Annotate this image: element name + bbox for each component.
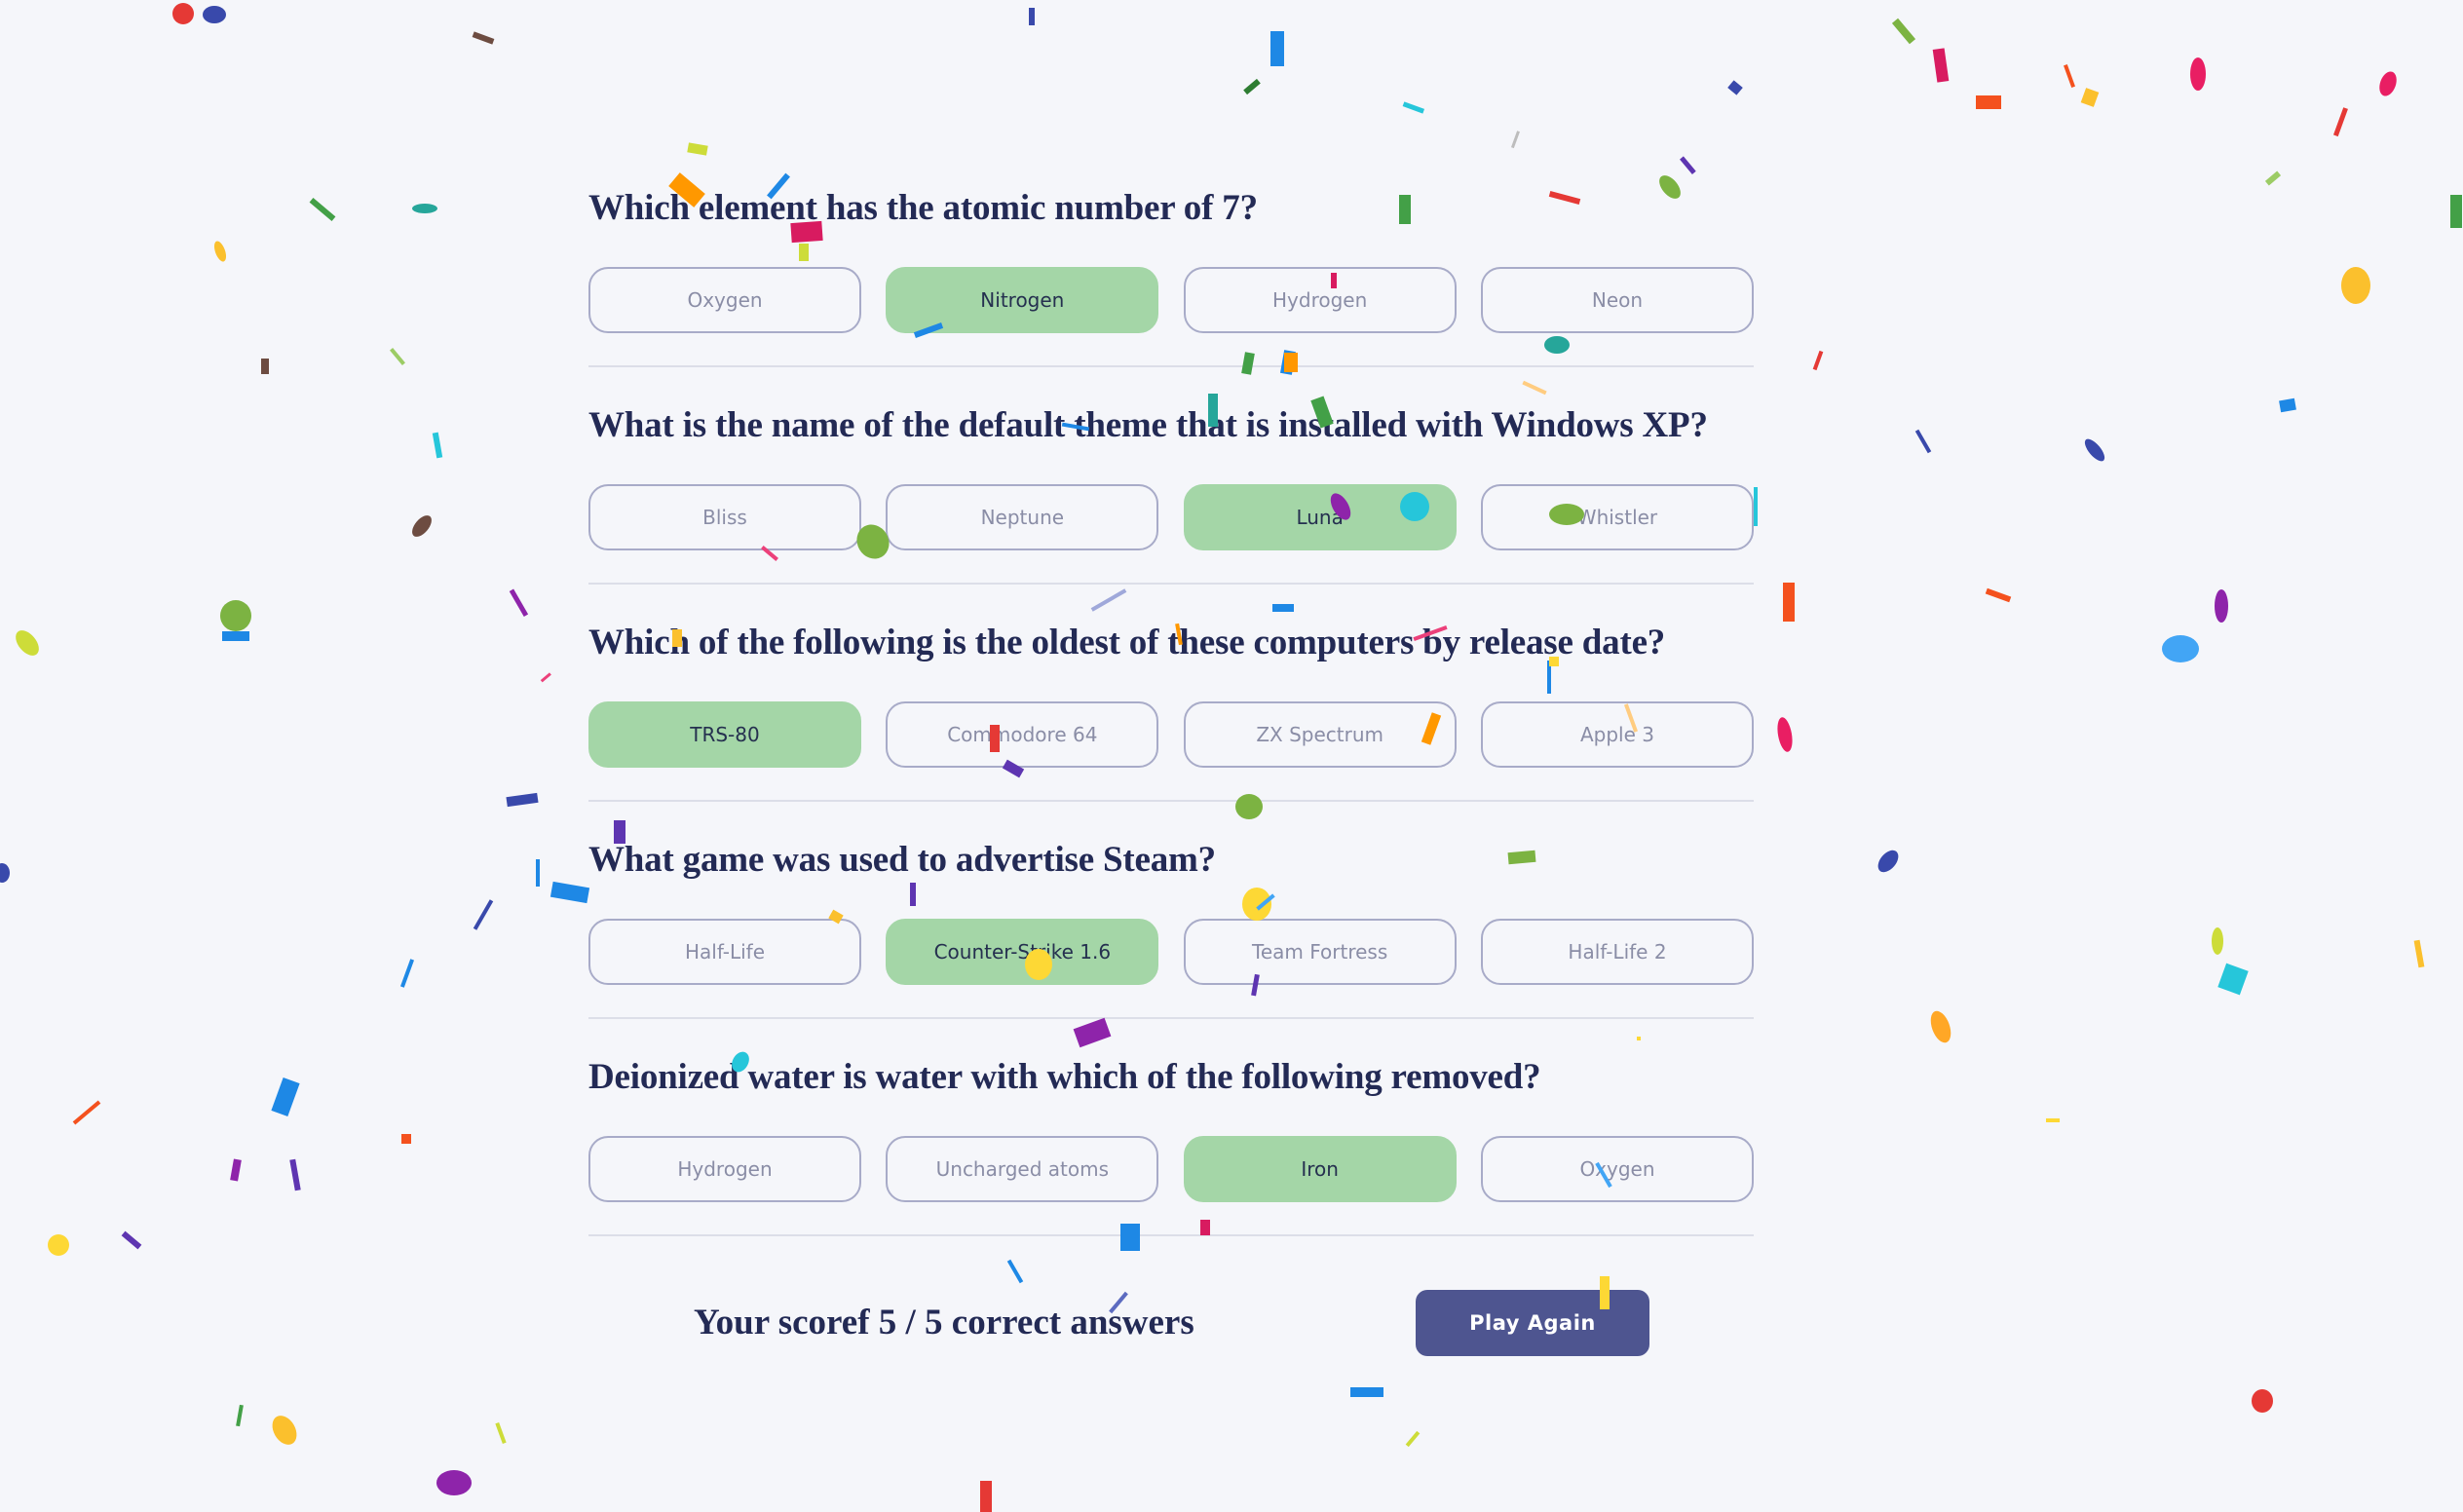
answer-button[interactable]: Hydrogen [588,1136,861,1202]
question-block: What is the name of the default theme th… [588,393,1754,585]
answer-button[interactable]: Hydrogen [1183,267,1457,333]
answer-button-correct[interactable]: TRS-80 [588,701,861,768]
answer-button[interactable]: Team Fortress [1183,919,1457,985]
question-block: Deionized water is water with which of t… [588,1044,1754,1236]
answer-button[interactable]: Neon [1480,267,1754,333]
answer-button[interactable]: Oxygen [1480,1136,1754,1202]
question-block: What game was used to advertise Steam? H… [588,827,1754,1019]
answer-button-correct[interactable]: Luna [1183,484,1457,550]
question-block: Which of the following is the oldest of … [588,610,1754,802]
answer-button[interactable]: Half-Life 2 [1480,919,1754,985]
answer-button[interactable]: Uncharged atoms [886,1136,1159,1202]
question-block: Which element has the atomic number of 7… [588,175,1754,367]
answer-button-correct[interactable]: Nitrogen [886,267,1159,333]
answer-button[interactable]: Oxygen [588,267,861,333]
answer-button[interactable]: Half-Life [588,919,861,985]
answer-button-correct[interactable]: Counter-Strike 1.6 [886,919,1159,985]
answer-button[interactable]: Whistler [1480,484,1754,550]
quiz-container: Which element has the atomic number of 7… [588,175,1754,1262]
answer-button-correct[interactable]: Iron [1183,1136,1457,1202]
answer-group: Half-Life Counter-Strike 1.6 Team Fortre… [588,919,1754,985]
answer-button[interactable]: ZX Spectrum [1183,701,1457,768]
answer-button[interactable]: Bliss [588,484,861,550]
answer-group: Hydrogen Uncharged atoms Iron Oxygen [588,1136,1754,1202]
question-text: Which of the following is the oldest of … [588,623,1666,662]
answer-group: TRS-80 Commodore 64 ZX Spectrum Apple 3 [588,701,1754,768]
question-text: Deionized water is water with which of t… [588,1057,1541,1097]
play-again-button[interactable]: Play Again [1416,1290,1649,1356]
question-text: What game was used to advertise Steam? [588,840,1216,880]
question-text: Which element has the atomic number of 7… [588,188,1258,228]
answer-button[interactable]: Commodore 64 [886,701,1159,768]
answer-group: Oxygen Nitrogen Hydrogen Neon [588,267,1754,333]
answer-group: Bliss Neptune Luna Whistler [588,484,1754,550]
answer-button[interactable]: Neptune [886,484,1159,550]
score-text: Your scoref 5 / 5 correct answers [694,1303,1194,1342]
answer-button[interactable]: Apple 3 [1480,701,1754,768]
result-row: Your scoref 5 / 5 correct answers Play A… [588,1288,1754,1358]
question-text: What is the name of the default theme th… [588,405,1708,445]
